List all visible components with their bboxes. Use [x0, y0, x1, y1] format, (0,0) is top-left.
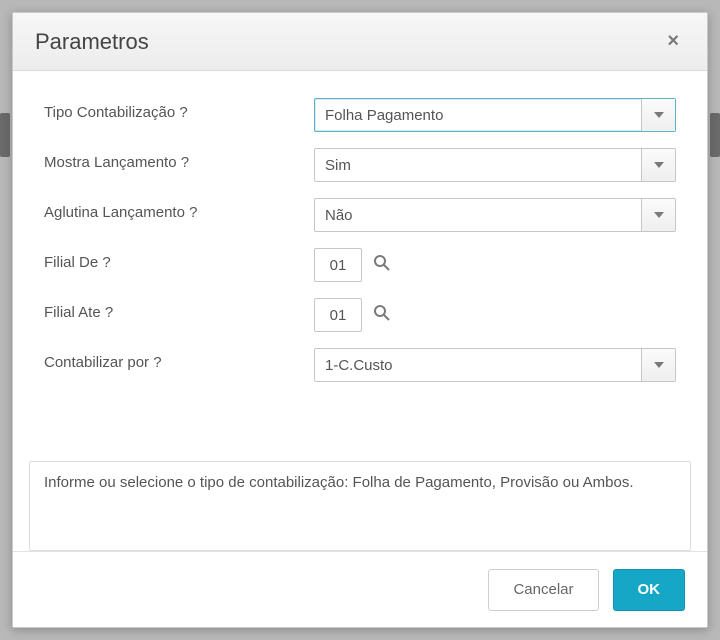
caret-down-icon	[641, 99, 675, 131]
caret-down-icon	[641, 349, 675, 381]
caret-down-icon	[641, 199, 675, 231]
select-value: Folha Pagamento	[315, 99, 641, 131]
row-filial-ate: Filial Ate ?	[44, 298, 676, 332]
select-value: 1-C.Custo	[315, 349, 641, 381]
dialog-footer: Cancelar OK	[13, 551, 707, 627]
select-mostra-lancamento[interactable]: Sim	[314, 148, 676, 182]
button-label: OK	[638, 581, 661, 598]
form-panel: Tipo Contabilização ? Folha Pagamento Mo…	[27, 85, 693, 451]
label-mostra-lancamento: Mostra Lançamento ?	[44, 148, 314, 171]
row-mostra-lancamento: Mostra Lançamento ? Sim	[44, 148, 676, 182]
dialog-header: Parametros ×	[13, 13, 707, 71]
select-value: Não	[315, 199, 641, 231]
row-aglutina-lancamento: Aglutina Lançamento ? Não	[44, 198, 676, 232]
select-contabilizar-por[interactable]: 1-C.Custo	[314, 348, 676, 382]
select-aglutina-lancamento[interactable]: Não	[314, 198, 676, 232]
label-tipo-contabilizacao: Tipo Contabilização ?	[44, 98, 314, 121]
scroll-stub-left	[0, 113, 10, 157]
lookup-filial-de[interactable]	[370, 253, 394, 277]
caret-down-icon	[641, 149, 675, 181]
dialog-body: Tipo Contabilização ? Folha Pagamento Mo…	[13, 71, 707, 551]
scroll-stub-right	[710, 113, 720, 157]
input-filial-ate[interactable]	[314, 298, 362, 332]
cancel-button[interactable]: Cancelar	[488, 569, 598, 611]
search-icon	[373, 304, 391, 327]
label-filial-ate: Filial Ate ?	[44, 298, 314, 321]
ok-button[interactable]: OK	[613, 569, 686, 611]
close-icon: ×	[667, 30, 679, 52]
label-aglutina-lancamento: Aglutina Lançamento ?	[44, 198, 314, 221]
select-tipo-contabilizacao[interactable]: Folha Pagamento	[314, 98, 676, 132]
select-value: Sim	[315, 149, 641, 181]
row-filial-de: Filial De ?	[44, 248, 676, 282]
label-filial-de: Filial De ?	[44, 248, 314, 271]
label-contabilizar-por: Contabilizar por ?	[44, 348, 314, 371]
button-label: Cancelar	[513, 581, 573, 598]
help-text: Informe ou selecione o tipo de contabili…	[44, 474, 634, 491]
help-panel: Informe ou selecione o tipo de contabili…	[29, 461, 691, 551]
close-button[interactable]: ×	[661, 26, 685, 57]
dialog-title: Parametros	[35, 29, 149, 55]
lookup-filial-ate[interactable]	[370, 303, 394, 327]
row-tipo-contabilizacao: Tipo Contabilização ? Folha Pagamento	[44, 98, 676, 132]
input-filial-de[interactable]	[314, 248, 362, 282]
parametros-dialog: Parametros × Tipo Contabilização ? Folha…	[12, 12, 708, 628]
row-contabilizar-por: Contabilizar por ? 1-C.Custo	[44, 348, 676, 382]
search-icon	[373, 254, 391, 277]
